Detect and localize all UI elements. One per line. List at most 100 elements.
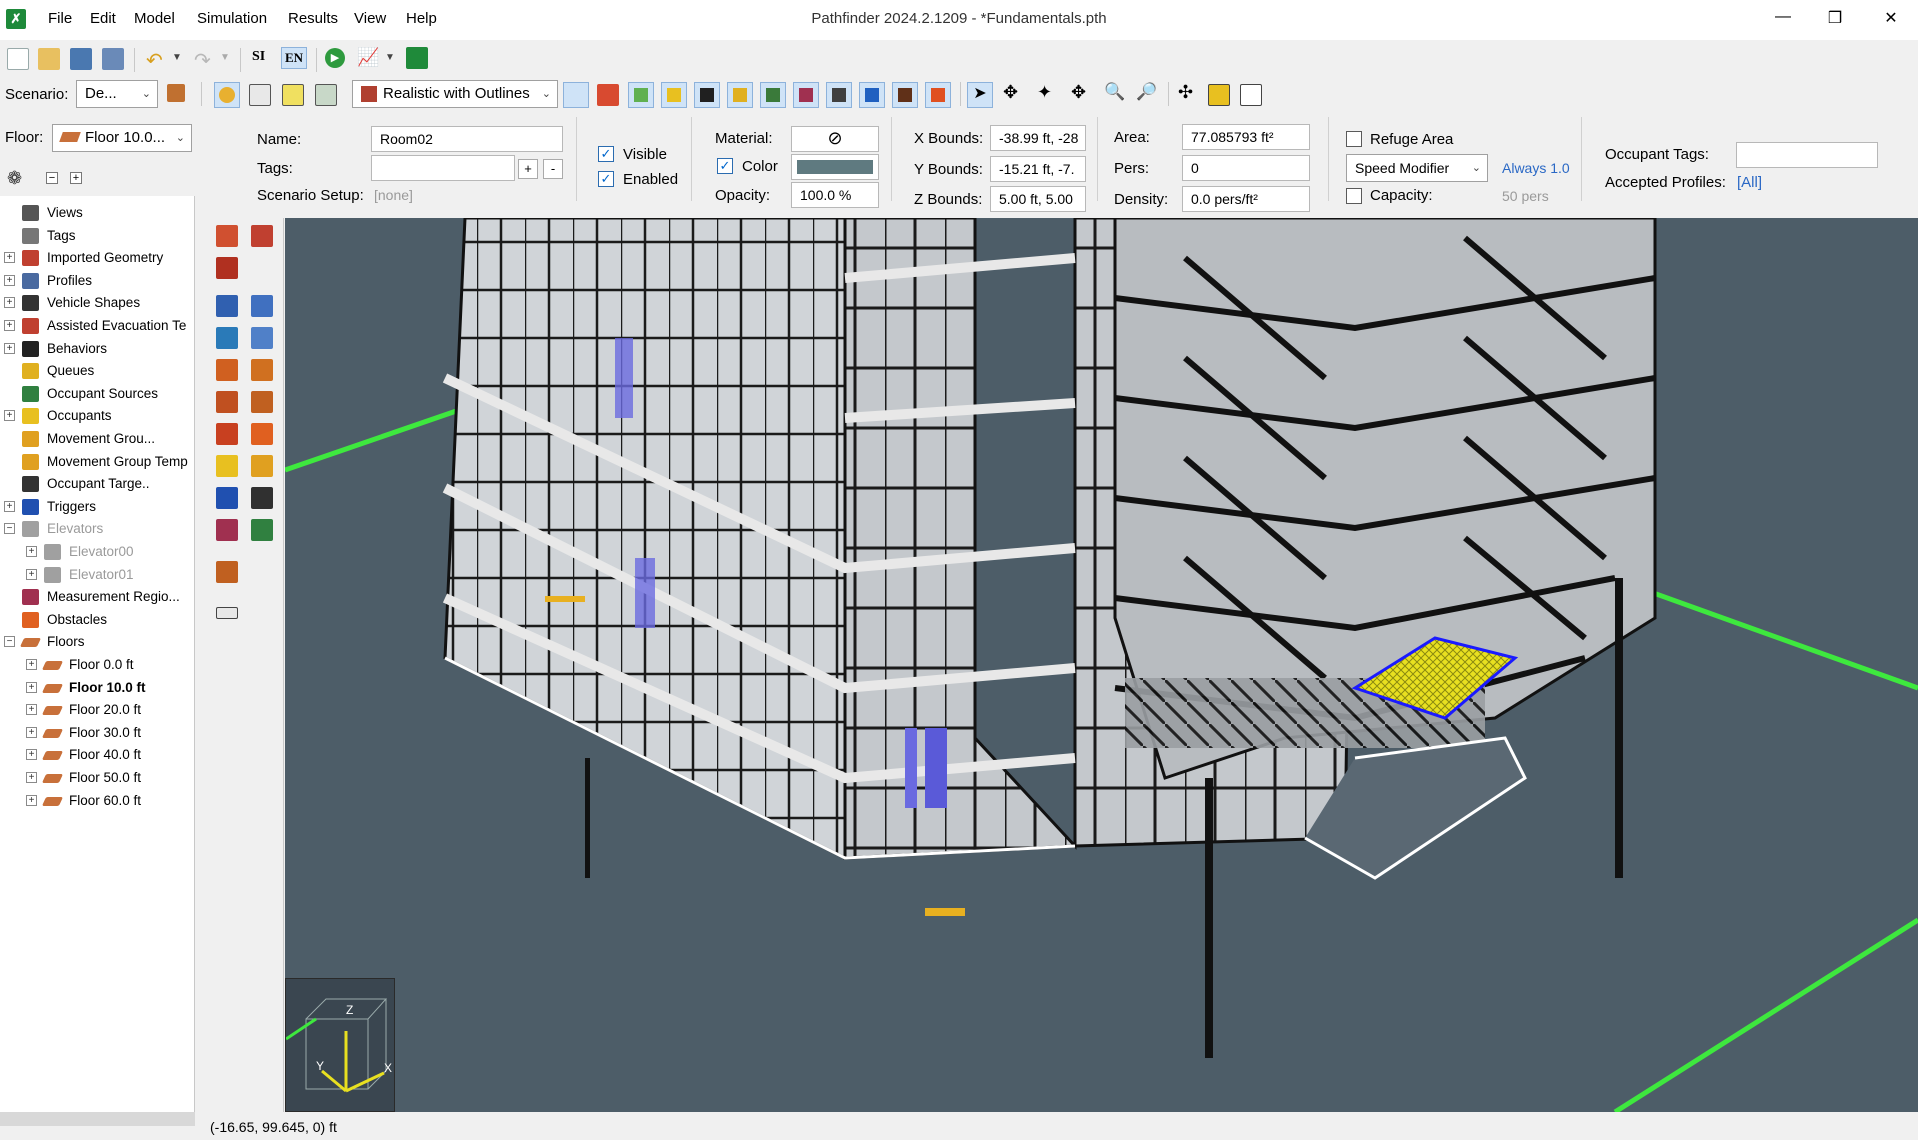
show-occupants-button[interactable] — [661, 82, 687, 108]
show-groups-button[interactable] — [727, 82, 753, 108]
expand-icon[interactable]: + — [26, 568, 37, 580]
remove-tag-button[interactable]: - — [543, 159, 563, 179]
measure-region-tool-icon[interactable] — [216, 519, 238, 541]
expand-icon[interactable]: + — [26, 749, 37, 761]
expand-icon[interactable]: + — [4, 410, 15, 422]
accepted-profiles-link[interactable]: [All] — [1737, 174, 1762, 191]
render-mode-select[interactable]: Realistic with Outlines ⌄ — [352, 80, 558, 108]
collapse-icon[interactable]: − — [4, 523, 15, 535]
menu-results[interactable]: Results — [288, 10, 338, 27]
tree-item[interactable]: Movement Grou... — [0, 428, 195, 450]
occupant-tags-input[interactable] — [1736, 142, 1878, 168]
color-checkbox[interactable]: ✓ — [717, 158, 733, 174]
expand-icon[interactable]: + — [26, 726, 37, 738]
source-tool-icon[interactable] — [251, 519, 273, 541]
ruler-icon[interactable] — [216, 607, 238, 619]
show-regions-button[interactable] — [760, 82, 786, 108]
walkway-tool-icon[interactable] — [251, 391, 273, 413]
3d-viewport[interactable]: Z Y X — [285, 218, 1918, 1112]
speed-value-link[interactable]: Always 1.0 — [1502, 160, 1570, 176]
collapse-icon[interactable]: − — [4, 636, 15, 648]
edit-geometry-icon[interactable] — [216, 561, 238, 583]
close-button[interactable]: ✕ — [1876, 8, 1906, 32]
tree-item[interactable]: Tags — [0, 225, 195, 247]
menu-file[interactable]: File — [48, 10, 72, 27]
tree-item[interactable]: + Elevator01 — [0, 564, 195, 586]
refuge-area-checkbox[interactable] — [1346, 131, 1362, 147]
floor-select[interactable]: Floor 10.0... ⌄ — [52, 124, 192, 152]
minimize-button[interactable]: — — [1768, 8, 1798, 32]
ramp-tool-icon[interactable] — [251, 359, 273, 381]
obstacle-tool-icon[interactable] — [251, 423, 273, 445]
tree-item[interactable]: Queues — [0, 360, 195, 382]
visible-checkbox[interactable]: ✓ — [598, 146, 614, 162]
expand-icon[interactable]: + — [4, 342, 15, 354]
expand-icon[interactable]: + — [26, 794, 37, 806]
menu-model[interactable]: Model — [134, 10, 175, 27]
results-dropdown-icon[interactable]: ▼ — [385, 52, 395, 63]
collapse-all-icon[interactable]: − — [46, 172, 58, 184]
tree-item[interactable]: Views — [0, 202, 195, 224]
tree-item[interactable]: + Behaviors — [0, 338, 195, 360]
expand-icon[interactable]: + — [26, 681, 37, 693]
expand-all-icon[interactable]: + — [70, 172, 82, 184]
axis-gizmo[interactable]: Z Y X — [285, 978, 395, 1112]
tree-item[interactable]: + Floor 0.0 ft — [0, 654, 195, 676]
import-icon[interactable] — [102, 48, 124, 70]
menu-view[interactable]: View — [354, 10, 386, 27]
tree-item[interactable]: Movement Group Temp — [0, 451, 195, 473]
scenario-setup-value[interactable]: [none] — [374, 187, 413, 203]
tree-item[interactable]: + Profiles — [0, 270, 195, 292]
target-tool-icon[interactable] — [251, 487, 273, 509]
tree-item[interactable]: − Floors — [0, 631, 195, 653]
opacity-input[interactable]: 100.0 % — [791, 182, 879, 208]
trigger-tool-icon[interactable] — [216, 487, 238, 509]
maximize-button[interactable]: ❒ — [1820, 8, 1850, 32]
run-simulation-icon[interactable]: ▶ — [325, 48, 345, 68]
area-input[interactable]: 77.085793 ft² — [1182, 124, 1310, 150]
expand-icon[interactable]: + — [4, 320, 15, 331]
expand-icon[interactable]: + — [26, 772, 37, 783]
tree-item[interactable]: + Floor 10.0 ft — [0, 677, 195, 699]
redo-icon[interactable]: ↷ — [194, 48, 211, 73]
units-en-button[interactable]: EN — [281, 47, 307, 69]
ybounds-input[interactable]: -15.21 ft, -7. — [990, 156, 1086, 182]
tree-item[interactable]: Occupant Targe.. — [0, 473, 195, 495]
tree-item[interactable]: Occupant Sources — [0, 383, 195, 405]
snap-icon[interactable]: ✣ — [1178, 82, 1193, 103]
show-measure-button[interactable] — [793, 82, 819, 108]
elevator-tool-icon[interactable] — [216, 423, 238, 445]
occupant-tool-icon[interactable] — [216, 455, 238, 477]
zbounds-input[interactable]: 5.00 ft, 5.00 — [990, 186, 1086, 212]
textured-icon[interactable] — [315, 84, 337, 106]
units-si-button[interactable]: SI — [252, 49, 265, 65]
pers-input[interactable]: 0 — [1182, 155, 1310, 181]
zoom-extents-icon[interactable] — [1208, 84, 1230, 106]
select-view-button[interactable] — [214, 82, 240, 108]
redo-dropdown-icon[interactable]: ▼ — [220, 52, 230, 63]
expand-icon[interactable]: + — [4, 297, 15, 309]
solid-icon[interactable] — [282, 84, 304, 106]
add-tag-button[interactable]: + — [518, 159, 538, 179]
group-tool-icon[interactable] — [251, 455, 273, 477]
xbounds-input[interactable]: -38.99 ft, -28 — [990, 125, 1086, 151]
exit-sign-icon[interactable] — [406, 47, 428, 69]
tree-item[interactable]: + Assisted Evacuation Te — [0, 315, 195, 337]
tags-input[interactable] — [371, 155, 515, 181]
thin-wall-icon[interactable] — [216, 327, 238, 349]
tree-item[interactable]: + Elevator00 — [0, 541, 195, 563]
tree-item[interactable]: + Triggers — [0, 496, 195, 518]
door-tool-icon[interactable] — [251, 327, 273, 349]
scenario-edit-icon[interactable] — [167, 84, 185, 102]
results-chart-icon[interactable]: 📈 — [357, 47, 379, 68]
walk-icon[interactable]: ✦ — [1037, 82, 1052, 103]
tree-filter-icon[interactable]: ❁ — [7, 168, 22, 189]
tree-item[interactable]: Obstacles — [0, 609, 195, 631]
show-paths-button[interactable] — [694, 82, 720, 108]
expand-icon[interactable]: + — [4, 500, 15, 512]
show-obstacles-button[interactable] — [925, 82, 951, 108]
tree-item[interactable]: Measurement Regio... — [0, 586, 195, 608]
move-tool-icon[interactable] — [216, 225, 238, 247]
menu-simulation[interactable]: Simulation — [197, 10, 267, 27]
color-swatch[interactable] — [791, 154, 879, 180]
